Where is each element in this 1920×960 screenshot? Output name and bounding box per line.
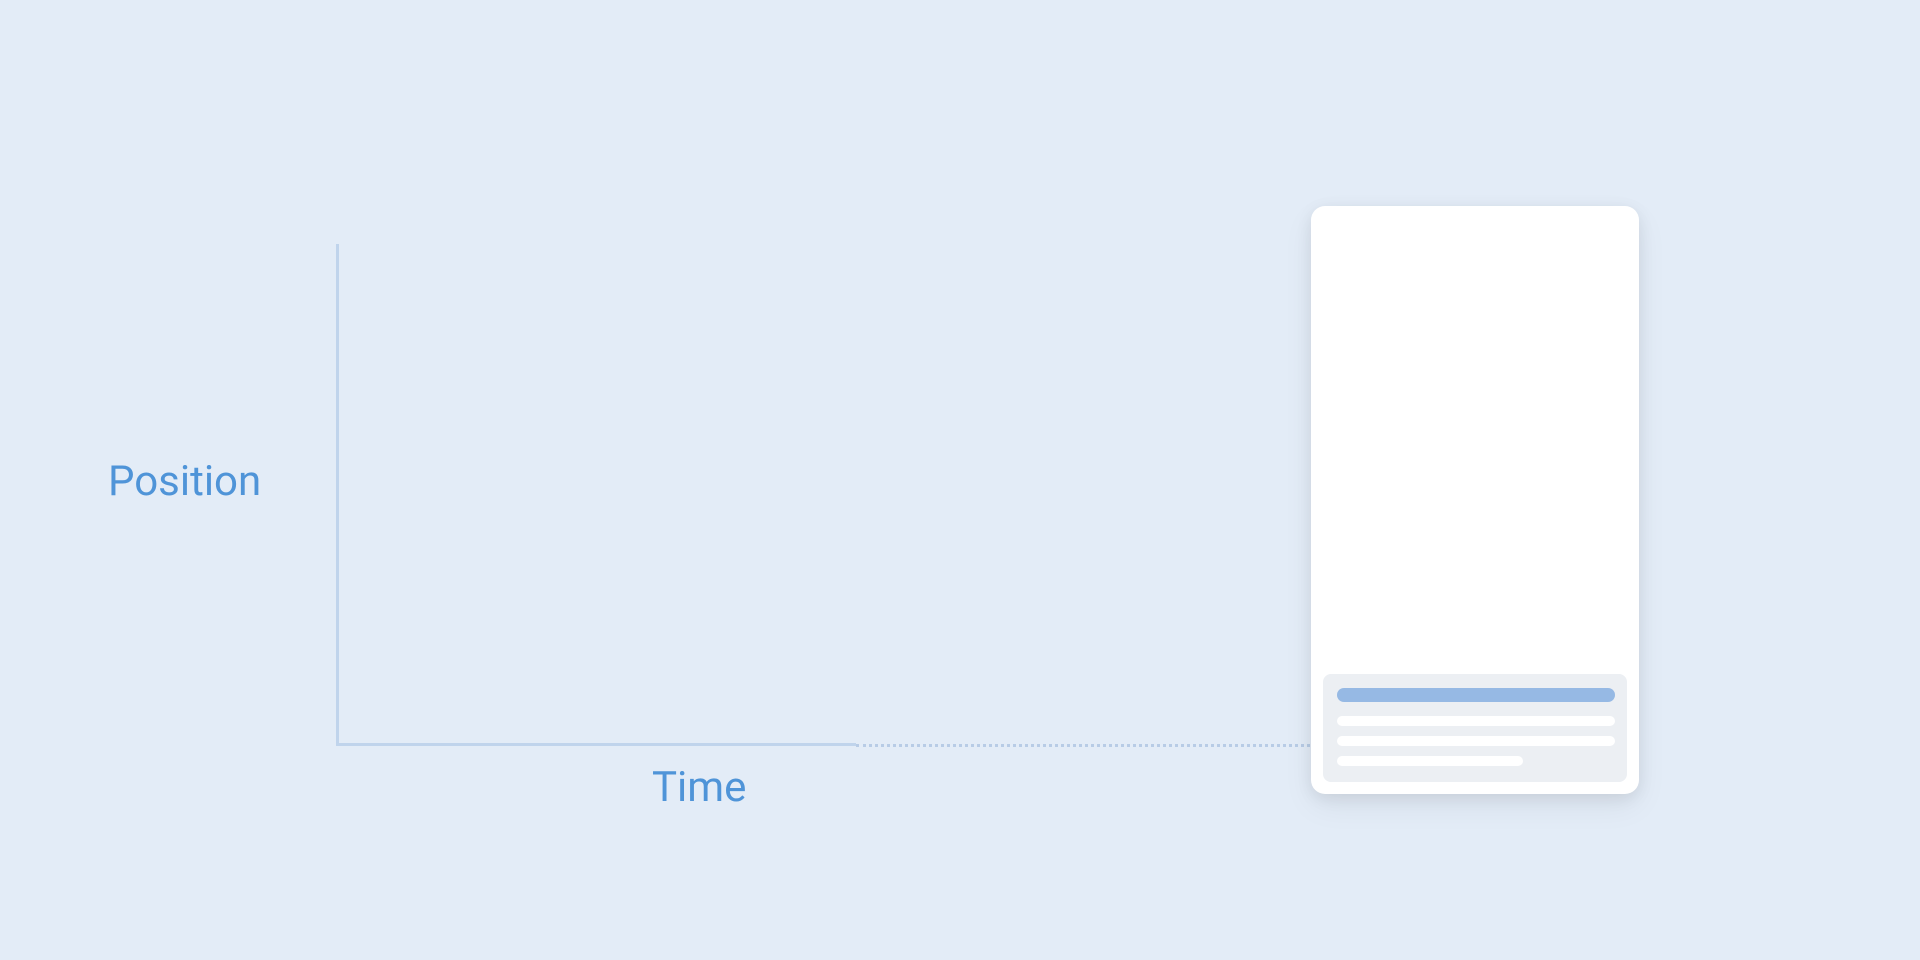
x-axis-label: Time bbox=[652, 763, 746, 812]
phone-mockup bbox=[1311, 206, 1639, 794]
sheet-line-placeholder bbox=[1337, 756, 1523, 766]
y-axis-line bbox=[336, 244, 339, 746]
x-axis-line bbox=[336, 743, 856, 746]
y-axis-label: Position bbox=[108, 457, 261, 506]
dotted-guide-line bbox=[856, 744, 1310, 747]
sheet-line-placeholder bbox=[1337, 736, 1615, 746]
position-time-chart bbox=[336, 244, 1336, 744]
sheet-line-placeholder bbox=[1337, 716, 1615, 726]
sheet-title-placeholder bbox=[1337, 688, 1615, 702]
bottom-sheet bbox=[1323, 674, 1627, 782]
